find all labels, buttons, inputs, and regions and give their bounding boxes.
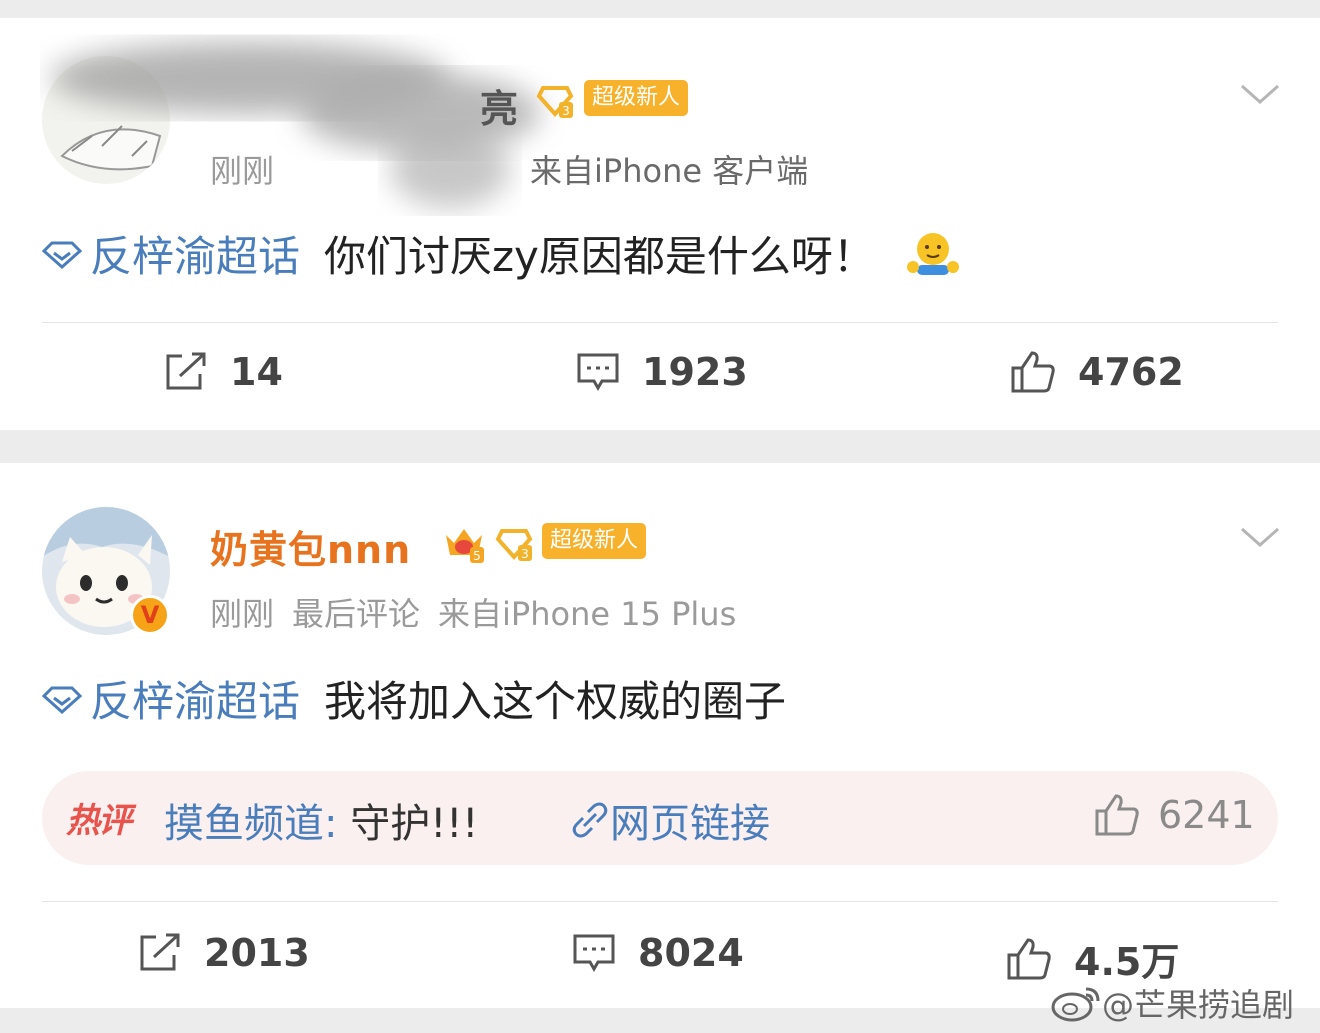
web-link-label: 网页链接: [610, 801, 770, 847]
svg-text:3: 3: [562, 104, 570, 118]
comment-icon: [573, 934, 615, 973]
diamond-icon: [42, 241, 82, 269]
top-gap: [0, 0, 1320, 18]
comment-button[interactable]: 8024: [572, 931, 744, 975]
like-icon: [1095, 794, 1139, 836]
web-link[interactable]: 网页链接: [570, 791, 770, 849]
chevron-down-icon[interactable]: [1240, 525, 1280, 549]
topic-label: 反梓渝超话: [90, 677, 301, 726]
repost-button[interactable]: 2013: [138, 931, 310, 975]
like-icon: [1011, 351, 1055, 393]
like-count: 4762: [1078, 350, 1184, 394]
comment-button[interactable]: 1923: [576, 350, 748, 394]
post-card-2[interactable]: V 奶黄包nnn 5 3 超级新人 刚刚 最后评论 来自iPhone 15 Plus…: [0, 463, 1320, 1008]
hug-emoji-icon: [906, 232, 959, 275]
repost-count: 2013: [204, 931, 310, 975]
username[interactable]: 亮: [480, 78, 519, 133]
hot-comment[interactable]: 热评 摸鱼频道: 守护!!! 网页链接 6241: [42, 771, 1278, 865]
post-meta: 刚刚 最后评论 来自iPhone 15 Plus: [210, 589, 754, 635]
like-icon: [1007, 937, 1051, 979]
verified-icon: V: [130, 595, 170, 635]
divider: [42, 901, 1278, 902]
like-count: 4.5万: [1074, 940, 1180, 984]
post-text: 你们讨厌zy原因都是什么呀！: [324, 232, 875, 281]
divider: [42, 322, 1278, 323]
member-badge-icon: 3: [495, 529, 533, 561]
like-button[interactable]: 4.5万: [1006, 931, 1179, 986]
comment-count: 8024: [638, 931, 744, 975]
tag-badge: 超级新人: [542, 523, 647, 559]
svg-text:3: 3: [521, 547, 529, 561]
watermark: @芒果捞追剧: [1050, 980, 1294, 1026]
post-time: 刚刚: [210, 595, 275, 633]
repost-icon: [166, 352, 206, 390]
post-meta: 刚刚 来自iPhone 客户端: [210, 146, 826, 192]
hot-comment-content: 守护!!!: [350, 801, 479, 847]
post-content: 反梓渝超话 你们讨厌zy原因都是什么呀！: [42, 223, 961, 284]
watermark-text: @芒果捞追剧: [1102, 986, 1295, 1024]
chevron-down-icon[interactable]: [1240, 82, 1280, 106]
post-card-1[interactable]: 亮 3 超级新人 刚刚 来自iPhone 客户端 反梓渝超话 你们讨厌zy原因都是…: [0, 18, 1320, 430]
diamond-icon: [42, 686, 82, 714]
topic-link[interactable]: 反梓渝超话: [42, 668, 300, 729]
topic-link[interactable]: 反梓渝超话: [42, 223, 300, 284]
hot-comment-text: 摸鱼频道: 守护!!!: [164, 791, 478, 849]
post-content: 反梓渝超话 我将加入这个权威的圈子: [42, 668, 786, 729]
topic-label: 反梓渝超话: [90, 232, 301, 281]
comment-icon: [577, 353, 619, 392]
tag-badge: 超级新人: [584, 80, 689, 116]
like-button[interactable]: 4762: [1010, 350, 1184, 394]
hot-comment-like-button[interactable]: 6241: [1094, 793, 1255, 837]
weibo-logo-icon: [1051, 987, 1100, 1022]
link-icon: [572, 802, 608, 838]
svg-text:5: 5: [473, 549, 481, 563]
comment-count: 1923: [642, 350, 748, 394]
post-text: 我将加入这个权威的圈子: [324, 677, 787, 726]
crown-icon: 5: [446, 529, 484, 563]
post-source: 来自iPhone 15 Plus: [438, 595, 737, 633]
repost-count: 14: [230, 350, 283, 394]
hot-comment-label: 热评: [66, 801, 132, 841]
member-badge-icon: 3: [536, 86, 574, 118]
username[interactable]: 奶黄包nnn: [210, 519, 411, 574]
post-source: 来自iPhone 客户端: [530, 152, 809, 190]
repost-button[interactable]: 14: [164, 350, 283, 394]
post-time: 刚刚: [210, 152, 275, 190]
repost-icon: [140, 933, 180, 971]
hot-comment-like-count: 6241: [1158, 793, 1255, 837]
hot-comment-user[interactable]: 摸鱼频道:: [164, 801, 337, 847]
post-activity: 最后评论: [292, 595, 421, 633]
